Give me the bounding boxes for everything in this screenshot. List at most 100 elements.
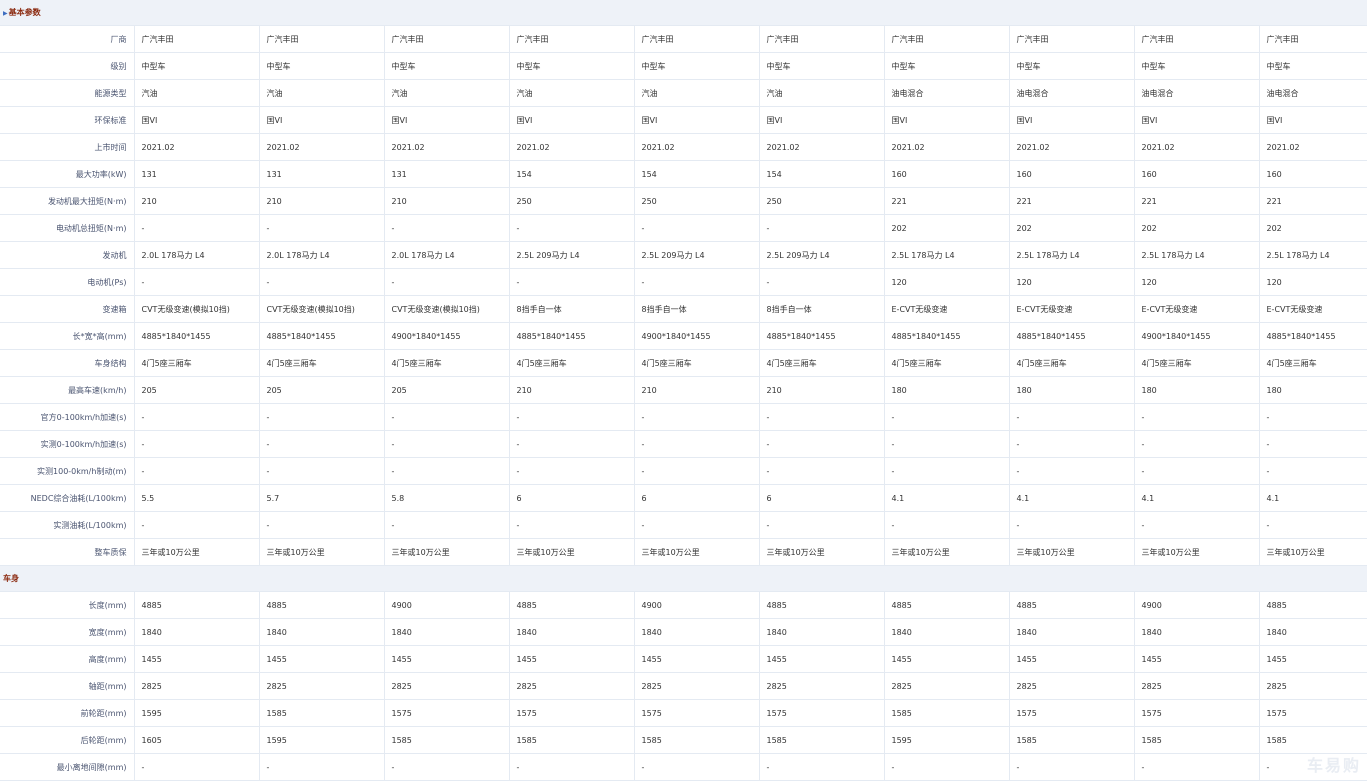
cell-value: - <box>883 403 1009 431</box>
cell-value: 2.5L 178马力 L4 <box>1133 241 1259 269</box>
cell-value: 131 <box>133 160 259 188</box>
cell-value: E-CVT无级变速 <box>1133 295 1259 323</box>
cell-value: - <box>1133 457 1259 485</box>
cell-value: 250 <box>633 187 759 215</box>
cell-value: 2.5L 209马力 L4 <box>633 241 759 269</box>
cell-value: 4门5座三厢车 <box>1133 349 1259 377</box>
cell-value: 1840 <box>133 618 259 646</box>
row-label: 环保标准 <box>0 106 134 134</box>
cell-value: - <box>383 268 509 296</box>
cell-value: 油电混合 <box>883 79 1009 107</box>
cell-value: 2021.02 <box>1258 133 1367 161</box>
cell-value: 1455 <box>633 645 759 673</box>
table-row: 电动机(Ps) - - - - - -120 120 120 120 <box>0 268 1367 296</box>
row-label: 长*宽*高(mm) <box>0 322 134 350</box>
cell-value: 国VI <box>1133 106 1259 134</box>
cell-value: 1455 <box>508 645 634 673</box>
cell-value: 221 <box>1258 187 1367 215</box>
cell-value: 2.5L 178马力 L4 <box>883 241 1009 269</box>
cell-value: 120 <box>883 268 1009 296</box>
row-label: 上市时间 <box>0 133 134 161</box>
cell-value: 221 <box>1008 187 1134 215</box>
cell-value: 1575 <box>508 699 634 727</box>
section-header-body[interactable]: 车身 <box>0 565 1367 592</box>
cell-value: 1840 <box>1133 618 1259 646</box>
cell-value: 205 <box>383 376 509 404</box>
cell-value: 210 <box>383 187 509 215</box>
cell-value: 4900*1840*1455 <box>1133 322 1259 350</box>
cell-value: 汽油 <box>758 79 884 107</box>
cell-value: 2825 <box>1133 672 1259 700</box>
cell-value: 2021.02 <box>508 133 634 161</box>
row-label: 变速箱 <box>0 295 134 323</box>
cell-value: 2021.02 <box>383 133 509 161</box>
cell-value: 油电混合 <box>1258 79 1367 107</box>
row-label: 发动机 <box>0 241 134 269</box>
cell-value: - <box>258 268 384 296</box>
cell-value: 4门5座三厢车 <box>883 349 1009 377</box>
cell-value: - <box>1258 511 1367 539</box>
cell-value: 广汽丰田 <box>1008 25 1134 53</box>
cell-value: - <box>383 214 509 242</box>
cell-value: - <box>1133 430 1259 458</box>
table-row: 宽度(mm) 1840 1840 1840 1840 1840 1840 1840 1840 18… <box>0 618 1367 646</box>
row-label: 宽度(mm) <box>0 618 134 646</box>
cell-value: - <box>508 457 634 485</box>
table-row: 长度(mm) 4885 4885 4900 4885 4900 4885 4885 4885 49… <box>0 591 1367 619</box>
row-label: 轴距(mm) <box>0 672 134 700</box>
cell-value: 2021.02 <box>883 133 1009 161</box>
cell-value: 2825 <box>1008 672 1134 700</box>
cell-value: 131 <box>258 160 384 188</box>
cell-value: 广汽丰田 <box>383 25 509 53</box>
cell-value: 中型车 <box>1133 52 1259 80</box>
cell-value: - <box>1258 430 1367 458</box>
cell-value: 2.0L 178马力 L4 <box>133 241 259 269</box>
cell-value: 1585 <box>508 726 634 754</box>
cell-value: 三年或10万公里 <box>258 538 384 566</box>
cell-value: - <box>133 753 259 781</box>
table-row: 整车质保 三年或10万公里 三年或10万公里 三年或10万公里 三年或10万公里 三年或1… <box>0 538 1367 566</box>
cell-value: 1455 <box>1133 645 1259 673</box>
cell-value: 6 <box>758 484 884 512</box>
cell-value: 三年或10万公里 <box>383 538 509 566</box>
cell-value: 1455 <box>258 645 384 673</box>
cell-value: 2021.02 <box>133 133 259 161</box>
cell-value: 国VI <box>133 106 259 134</box>
cell-value: 1455 <box>1008 645 1134 673</box>
cell-value: - <box>1133 753 1259 781</box>
cell-value: 210 <box>258 187 384 215</box>
cell-value: 202 <box>1258 214 1367 242</box>
cell-value: 4门5座三厢车 <box>133 349 259 377</box>
table-row: 最大功率(kW) 131 131 131 154 154 154 160 160 160 160 <box>0 160 1367 188</box>
table-row: 实测0-100km/h加速(s) - - - - - - - - - - <box>0 430 1367 458</box>
cell-value: 2.5L 178马力 L4 <box>1258 241 1367 269</box>
cell-value: 8挡手自一体 <box>508 295 634 323</box>
cell-value: 1455 <box>883 645 1009 673</box>
row-label: 级别 <box>0 52 134 80</box>
cell-value: 4885 <box>508 591 634 619</box>
row-label: 高度(mm) <box>0 645 134 673</box>
cell-value: 160 <box>1133 160 1259 188</box>
cell-value: 1585 <box>1133 726 1259 754</box>
cell-value: 中型车 <box>758 52 884 80</box>
cell-value: - <box>383 430 509 458</box>
section-header-basic[interactable]: ▶基本参数 <box>0 0 1367 26</box>
cell-value: E-CVT无级变速 <box>883 295 1009 323</box>
cell-value: 广汽丰田 <box>1133 25 1259 53</box>
cell-value: 120 <box>1133 268 1259 296</box>
cell-value: - <box>508 753 634 781</box>
collapse-arrow-icon[interactable]: ▶ <box>3 10 8 17</box>
spec-table-body: ▶基本参数 厂商 广汽丰田 广汽丰田 广汽丰田 广汽丰田 广汽丰田 广汽丰田 广汽丰田 广汽丰田… <box>0 0 1367 781</box>
cell-value: 中型车 <box>1008 52 1134 80</box>
cell-value: 广汽丰田 <box>133 25 259 53</box>
cell-value: - <box>1008 430 1134 458</box>
cell-value: 8挡手自一体 <box>758 295 884 323</box>
cell-value: 210 <box>633 376 759 404</box>
cell-value: 中型车 <box>508 52 634 80</box>
cell-value: 国VI <box>1008 106 1134 134</box>
cell-value: - <box>508 268 634 296</box>
cell-value: - <box>508 511 634 539</box>
cell-value: 2825 <box>633 672 759 700</box>
cell-value: 210 <box>133 187 259 215</box>
cell-value: 广汽丰田 <box>633 25 759 53</box>
